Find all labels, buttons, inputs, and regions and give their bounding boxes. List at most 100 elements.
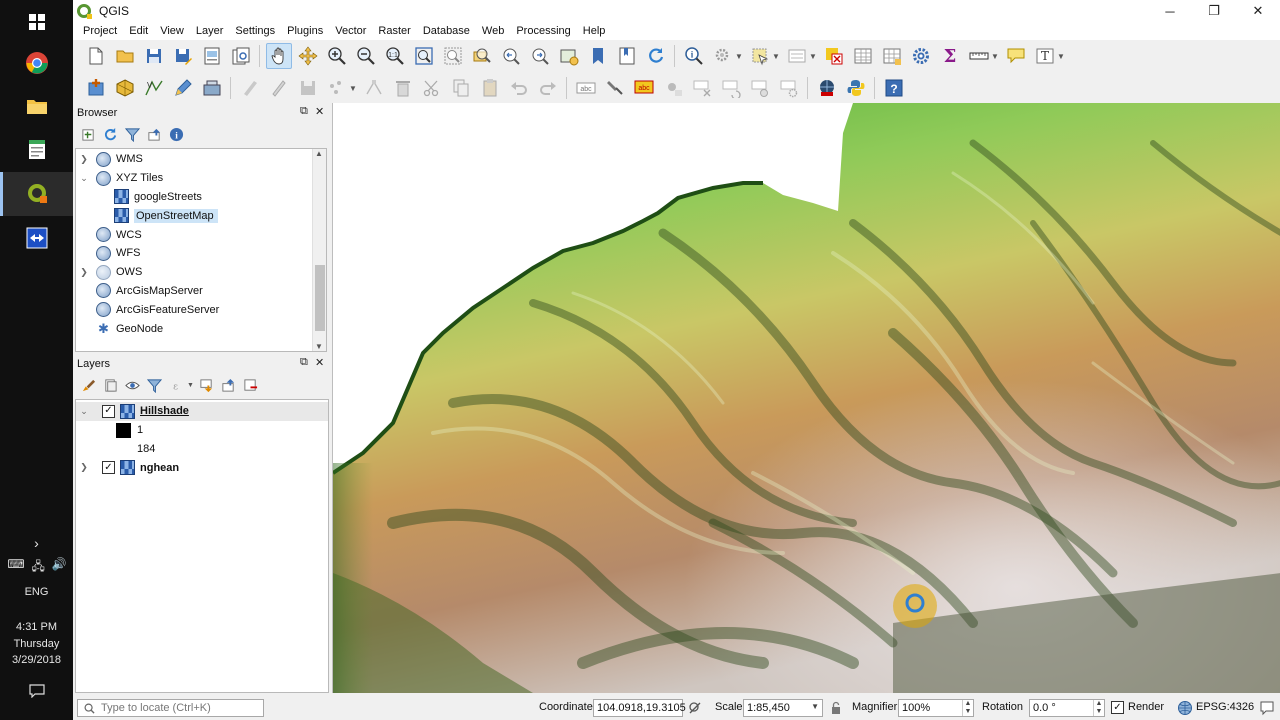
- help-contents-button[interactable]: ?: [881, 75, 907, 101]
- browser-item-wms[interactable]: ❯ WMS: [76, 150, 326, 169]
- browser-item-googlestreets[interactable]: googleStreets: [76, 188, 326, 207]
- browser-item-wfs[interactable]: WFS: [76, 244, 326, 263]
- new-project-button[interactable]: [83, 43, 109, 69]
- vertex-tool-button[interactable]: [361, 75, 387, 101]
- scroll-up-icon[interactable]: ▲: [315, 149, 323, 158]
- new-map-view-button[interactable]: [556, 43, 582, 69]
- lock-scale-icon[interactable]: [830, 701, 842, 715]
- layer-hillshade[interactable]: ⌄ ✓ Hillshade: [76, 402, 328, 421]
- current-edits-button[interactable]: [237, 75, 263, 101]
- volume-icon[interactable]: 🔊: [52, 557, 67, 578]
- coordinate-toggle-icon[interactable]: [688, 701, 702, 715]
- chevron-down-icon[interactable]: ▼: [991, 52, 999, 61]
- move-label-button[interactable]: [689, 75, 715, 101]
- chevron-down-icon[interactable]: ⌄: [79, 406, 89, 417]
- taskbar-notepad[interactable]: [0, 127, 73, 171]
- select-by-value-button[interactable]: [784, 43, 810, 69]
- toggle-editing-button[interactable]: [266, 75, 292, 101]
- collapse-all-button[interactable]: [145, 125, 163, 143]
- style-manager-button[interactable]: [79, 376, 97, 394]
- collapse-all-layers-button[interactable]: [219, 376, 237, 394]
- zoom-to-selection-button[interactable]: [440, 43, 466, 69]
- magnifier-spinbox[interactable]: 100% ▲ ▼: [898, 699, 974, 717]
- chevron-right-icon[interactable]: ❯: [79, 267, 89, 278]
- change-label-button[interactable]: [747, 75, 773, 101]
- filter-legend-button[interactable]: [145, 376, 163, 394]
- gps-button[interactable]: [199, 75, 225, 101]
- browser-item-arcgismapserver[interactable]: ArcGisMapServer: [76, 282, 326, 301]
- people-icon[interactable]: ⌨: [7, 557, 24, 578]
- crs-label[interactable]: EPSG:4326: [1196, 701, 1254, 713]
- remove-layer-button[interactable]: [241, 376, 259, 394]
- delete-selected-button[interactable]: [390, 75, 416, 101]
- menu-vector[interactable]: Vector: [329, 25, 372, 37]
- menu-database[interactable]: Database: [417, 25, 476, 37]
- quickmapservices-button[interactable]: [814, 75, 840, 101]
- chevron-down-icon[interactable]: ▼: [349, 84, 357, 93]
- browser-item-wcs[interactable]: WCS: [76, 225, 326, 244]
- run-feature-action-button[interactable]: [710, 43, 736, 69]
- redo-button[interactable]: [535, 75, 561, 101]
- pan-map-button[interactable]: [265, 43, 292, 69]
- zoom-last-button[interactable]: [498, 43, 524, 69]
- float-panel-icon[interactable]: ⧉: [300, 105, 308, 118]
- spin-arrows-icon[interactable]: ▲ ▼: [1093, 700, 1104, 716]
- menu-raster[interactable]: Raster: [372, 25, 416, 37]
- browser-scroll-thumb[interactable]: [315, 265, 325, 331]
- rotation-spinbox[interactable]: 0.0 ° ▲ ▼: [1029, 699, 1105, 717]
- taskbar-chrome[interactable]: [0, 41, 73, 85]
- network-icon[interactable]: 🖧: [31, 557, 44, 578]
- menu-help[interactable]: Help: [577, 25, 612, 37]
- render-checkbox[interactable]: ✓: [1111, 701, 1124, 714]
- filter-by-expression-button[interactable]: ε: [167, 376, 185, 394]
- map-tips-button[interactable]: [1003, 43, 1029, 69]
- processing-toolbox-button[interactable]: [908, 43, 934, 69]
- clock-time[interactable]: 4:31 PM: [0, 621, 73, 633]
- undo-button[interactable]: [506, 75, 532, 101]
- show-hidden-icons-chevron-icon[interactable]: ›: [0, 535, 73, 551]
- chevron-down-icon[interactable]: ▼: [735, 52, 743, 61]
- taskbar-teamviewer[interactable]: [0, 216, 73, 260]
- expand-all-button[interactable]: [197, 376, 215, 394]
- chevron-down-icon[interactable]: ▼: [1057, 52, 1065, 61]
- data-source-manager-button[interactable]: [83, 75, 109, 101]
- zoom-to-layer-button[interactable]: [469, 43, 495, 69]
- menu-plugins[interactable]: Plugins: [281, 25, 329, 37]
- taskbar-qgis[interactable]: [0, 172, 73, 216]
- identify-features-button[interactable]: i: [681, 43, 707, 69]
- menu-processing[interactable]: Processing: [510, 25, 576, 37]
- close-button[interactable]: ✕: [1236, 0, 1280, 22]
- refresh-browser-button[interactable]: [101, 125, 119, 143]
- zoom-full-button[interactable]: [411, 43, 437, 69]
- new-shapefile-layer-button[interactable]: V: [141, 75, 167, 101]
- digitize-button[interactable]: [170, 75, 196, 101]
- zoom-next-button[interactable]: [527, 43, 553, 69]
- browser-item-xyz-tiles[interactable]: ⌄ XYZ Tiles: [76, 169, 326, 188]
- add-feature-button[interactable]: [324, 75, 350, 101]
- menu-web[interactable]: Web: [476, 25, 510, 37]
- deselect-all-button[interactable]: [821, 43, 847, 69]
- refresh-button[interactable]: [643, 43, 669, 69]
- coordinate-field[interactable]: 104.0918,19.3105: [593, 699, 686, 717]
- chevron-down-icon[interactable]: ⌄: [79, 173, 89, 184]
- text-annotation-button[interactable]: T: [1032, 43, 1058, 69]
- pan-to-selection-button[interactable]: [295, 43, 321, 69]
- show-bookmarks-button[interactable]: [614, 43, 640, 69]
- manage-map-themes-button[interactable]: [123, 376, 141, 394]
- show-hide-labels-button[interactable]: [660, 75, 686, 101]
- zoom-in-button[interactable]: [324, 43, 350, 69]
- messages-icon[interactable]: [1259, 700, 1275, 716]
- minimize-button[interactable]: ─: [1148, 0, 1192, 22]
- locator-search-input[interactable]: Type to locate (Ctrl+K): [77, 699, 264, 717]
- python-console-button[interactable]: [843, 75, 869, 101]
- chevron-down-icon[interactable]: ▼: [772, 52, 780, 61]
- open-attribute-table-button[interactable]: [850, 43, 876, 69]
- browser-item-arcgisfeatureserver[interactable]: ArcGisFeatureServer: [76, 300, 326, 319]
- close-panel-icon[interactable]: ✕: [315, 356, 324, 369]
- chevron-right-icon[interactable]: ❯: [79, 462, 89, 473]
- browser-item-openstreetmap[interactable]: OpenStreetMap: [76, 206, 326, 225]
- field-calculator-button[interactable]: [879, 43, 905, 69]
- save-layer-edits-button[interactable]: [295, 75, 321, 101]
- chevron-right-icon[interactable]: ❯: [79, 154, 89, 165]
- save-project-button[interactable]: [141, 43, 167, 69]
